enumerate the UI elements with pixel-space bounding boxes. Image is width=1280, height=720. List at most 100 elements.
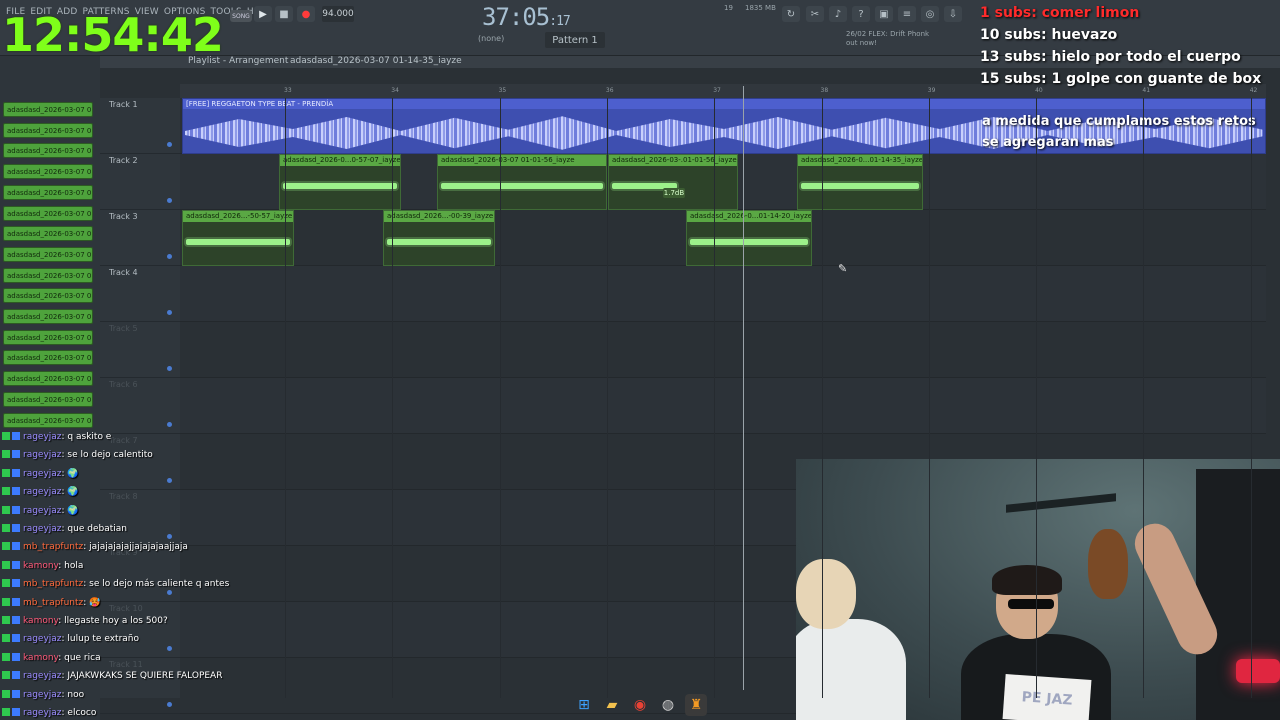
chat-badge-icon	[2, 524, 10, 533]
chat-message: mb_trapfuntz: se lo dejo más caliente q …	[2, 575, 332, 593]
goal-3: 13 subs: hielo por todo el cuerpo	[980, 49, 1241, 65]
clip-waveform	[441, 183, 603, 189]
track-mute-dot[interactable]	[167, 366, 172, 371]
bar-gridline	[285, 98, 286, 698]
chat-badge-icon	[2, 652, 10, 661]
folder-icon[interactable]: ▰	[601, 694, 623, 716]
chat-badge-icon	[2, 542, 10, 551]
mixer-icon[interactable]: ≡	[898, 6, 916, 22]
chat-badge-icon	[2, 634, 10, 643]
track-header[interactable]: Track 4	[100, 266, 180, 322]
audio-clip[interactable]: adasdasd_2026...-00-39_iayze	[383, 210, 495, 266]
browser-item[interactable]: adasdasd_2026-03-07 0...	[3, 226, 93, 242]
browser-item[interactable]: adasdasd_2026-03-07 0...	[3, 122, 93, 138]
webcam-overlay: PE JAZ	[796, 459, 1280, 720]
chat-message: rageyjaz: que debatian	[2, 520, 332, 538]
track-mute-dot[interactable]	[167, 422, 172, 427]
chat-badge-icon	[2, 671, 10, 680]
track-header[interactable]: Track 1	[100, 98, 180, 154]
track-name: Track 2	[109, 156, 138, 165]
browser-item[interactable]: adasdasd_2026-03-07 0...	[3, 391, 93, 407]
cpu-readout: 19	[724, 4, 733, 12]
playlist-title: Playlist - Arrangement	[188, 56, 289, 66]
clip-title: adasdasd_2026-03-.01-01-56_iayze	[609, 155, 737, 166]
track-lane[interactable]	[180, 322, 1266, 378]
obs-icon[interactable]: ◍	[657, 694, 679, 716]
browser-item[interactable]: adasdasd_2026-03-07 0...	[3, 267, 93, 283]
chat-username: mb_trapfuntz	[23, 542, 84, 553]
windows-icon[interactable]: ⊞	[573, 694, 595, 716]
mic-icon[interactable]: ♪	[829, 6, 847, 22]
song-mode-toggle[interactable]: SONG	[230, 10, 252, 22]
audio-clip[interactable]: adasdasd_2026-03-.01-01-56_iayze	[608, 154, 738, 210]
ruler-tick: 39	[927, 87, 936, 94]
audio-clip[interactable]: adasdasd_2026...-50-57_iayze	[182, 210, 294, 266]
browser-item[interactable]: adasdasd_2026-03-07 0...	[3, 184, 93, 200]
browser-item[interactable]: adasdasd_2026-03-07 0...	[3, 205, 93, 221]
browser-item[interactable]: adasdasd_2026-03-07 0...	[3, 102, 93, 117]
chat-badge-icon	[12, 450, 20, 459]
audio-clip[interactable]: adasdasd_2026-0...01-14-35_iayze	[797, 154, 923, 210]
chat-badge-icon	[12, 579, 20, 588]
play-button[interactable]: ▶	[254, 6, 272, 22]
ruler-tick: 36	[605, 87, 614, 94]
track-mute-dot[interactable]	[167, 310, 172, 315]
stop-button[interactable]: ■	[275, 6, 293, 22]
audio-clip[interactable]: adasdasd_2026-03-07 01-01-56_iayze	[437, 154, 607, 210]
browser-item[interactable]: adasdasd_2026-03-07 0...	[3, 164, 93, 180]
audio-clip[interactable]: adasdasd_2026-0...0-57-07_iayze	[279, 154, 401, 210]
browser-item[interactable]: adasdasd_2026-03-07 0...	[3, 288, 93, 304]
news-line-1: 26/02 FLEX: Drift Phonk	[846, 30, 930, 38]
cut-icon[interactable]: ✂	[806, 6, 824, 22]
channel-none-selector[interactable]: (none)	[478, 34, 504, 43]
time-sub: :17	[549, 14, 571, 29]
fl-studio-icon[interactable]: ♜	[685, 694, 707, 716]
goal-4: 15 subs: 1 golpe con guante de box	[980, 71, 1262, 87]
track-lane[interactable]	[180, 378, 1266, 434]
chat-badge-icon	[2, 597, 10, 606]
track-mute-dot[interactable]	[167, 254, 172, 259]
chat-badge-icon	[2, 505, 10, 514]
clip-waveform	[690, 239, 808, 245]
browser-item[interactable]: adasdasd_2026-03-07 0...	[3, 371, 93, 387]
clip-title: adasdasd_2026-0...01-14-20_iayze	[687, 211, 811, 222]
chat-username: rageyjaz	[23, 450, 62, 461]
save-icon[interactable]: ▣	[875, 6, 893, 22]
chat-icon[interactable]: ◎	[921, 6, 939, 22]
track-header[interactable]: Track 6	[100, 378, 180, 434]
bar-gridline	[1036, 98, 1038, 698]
pattern-selector[interactable]: Pattern 1	[545, 32, 605, 48]
chat-message: rageyjaz: q askito e	[2, 428, 332, 446]
track-header[interactable]: Track 5	[100, 322, 180, 378]
chat-message: kamony: llegaste hoy a los 500?	[2, 612, 332, 630]
chat-badge-icon	[2, 487, 10, 496]
track-header[interactable]: Track 3	[100, 210, 180, 266]
browser-item[interactable]: adasdasd_2026-03-07 0...	[3, 246, 93, 262]
chrome-icon[interactable]: ◉	[629, 694, 651, 716]
audio-clip[interactable]: adasdasd_2026-0...01-14-20_iayze	[686, 210, 812, 266]
track-lane[interactable]	[180, 266, 1266, 322]
playhead-marker[interactable]	[743, 86, 744, 690]
browser-item[interactable]: adasdasd_2026-03-07 0...	[3, 412, 93, 428]
browser-item[interactable]: adasdasd_2026-03-07 0...	[3, 309, 93, 324]
bar-gridline	[1250, 98, 1252, 698]
download-icon[interactable]: ⇩	[944, 6, 962, 22]
track-mute-dot[interactable]	[167, 142, 172, 147]
playlist-breadcrumb: adasdasd_2026-03-07 01-14-35_iayze	[290, 56, 462, 66]
news-ticker[interactable]: 26/02 FLEX: Drift Phonk out now!	[846, 30, 936, 48]
record-button[interactable]: ●	[297, 6, 315, 22]
track-header[interactable]: Track 2	[100, 154, 180, 210]
track-name: Track 6	[109, 380, 138, 389]
metronome-icon[interactable]: ↻	[782, 6, 800, 22]
chat-message: rageyjaz: lulup te extraño	[2, 630, 332, 648]
chat-text: : que debatian	[61, 524, 127, 535]
track-mute-dot[interactable]	[167, 198, 172, 203]
chat-message: rageyjaz: se lo dejo calentito	[2, 446, 332, 464]
browser-item[interactable]: adasdasd_2026-03-07 0...	[3, 143, 93, 159]
chat-badge-icon	[12, 524, 20, 533]
help-icon[interactable]: ?	[852, 6, 870, 22]
clip-waveform	[186, 239, 290, 245]
browser-item[interactable]: adasdasd_2026-03-07 0...	[3, 350, 93, 366]
browser-item[interactable]: adasdasd_2026-03-07 0...	[3, 329, 93, 345]
tempo-field[interactable]: 94.000	[322, 6, 354, 22]
